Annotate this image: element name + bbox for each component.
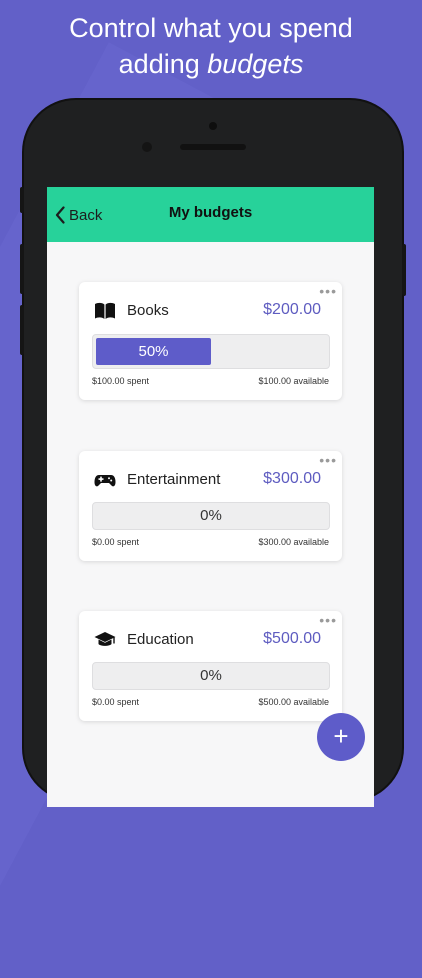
headline-line-2: adding budgets (0, 46, 422, 82)
more-options-icon[interactable]: ••• (319, 453, 337, 467)
earpiece-speaker (180, 144, 246, 150)
navigation-bar: Back My budgets (47, 187, 374, 242)
spent-amount: $0.00 spent (92, 537, 140, 547)
spent-amount: $0.00 spent (92, 697, 140, 707)
more-options-icon[interactable]: ••• (319, 284, 337, 298)
progress-bar: 0% (92, 662, 330, 690)
budget-name: Education (127, 631, 194, 648)
graduation-cap-icon (94, 632, 116, 646)
budget-card-entertainment[interactable]: ••• Entertainment $300.00 0% $0.00 spent… (79, 451, 342, 561)
phone-volume-up (20, 244, 24, 294)
budget-card-education[interactable]: ••• Education $500.00 0% $0.00 spent $50… (79, 611, 342, 721)
add-budget-button[interactable]: + (317, 713, 365, 761)
proximity-sensor (142, 142, 152, 152)
more-options-icon[interactable]: ••• (319, 613, 337, 627)
budget-amount: $300.00 (263, 470, 321, 487)
headline-emphasis: budgets (207, 49, 304, 79)
phone-power-button (402, 244, 406, 296)
phone-screen: Back My budgets ••• Books $200.00 50% $1… (47, 187, 374, 807)
available-amount: $100.00 available (258, 376, 329, 386)
progress-bar: 0% (92, 502, 330, 530)
budget-name: Entertainment (127, 471, 221, 488)
headline-prefix: adding (118, 49, 208, 79)
phone-mute-switch (20, 187, 24, 213)
available-amount: $300.00 available (258, 537, 329, 547)
headline: Control what you spend adding budgets (0, 10, 422, 82)
available-amount: $500.00 available (258, 697, 329, 707)
progress-percent: 50% (138, 343, 169, 360)
gamepad-icon (94, 475, 116, 487)
phone-frame: Back My budgets ••• Books $200.00 50% $1… (20, 100, 406, 807)
front-camera (209, 122, 217, 130)
progress-bar: 50% (92, 334, 330, 369)
budget-amount: $500.00 (263, 630, 321, 647)
plus-icon: + (333, 721, 349, 751)
headline-line-1: Control what you spend (69, 13, 353, 43)
budget-amount: $200.00 (263, 301, 321, 318)
budget-card-books[interactable]: ••• Books $200.00 50% $100.00 spent $100… (79, 282, 342, 400)
book-icon (95, 302, 115, 319)
spent-amount: $100.00 spent (92, 376, 150, 386)
page-title: My budgets (168, 204, 253, 221)
progress-percent: 0% (200, 667, 222, 684)
budget-name: Books (127, 302, 169, 319)
phone-volume-down (20, 305, 24, 355)
progress-percent: 0% (200, 507, 222, 524)
